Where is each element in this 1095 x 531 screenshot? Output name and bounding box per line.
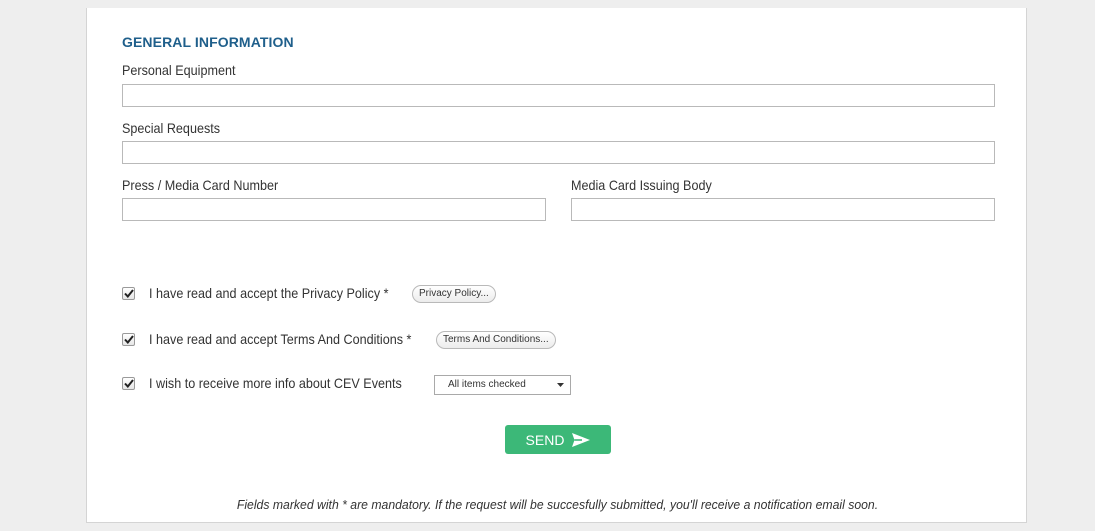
info-checkbox[interactable] (122, 376, 135, 390)
checkmark-icon (123, 378, 134, 388)
privacy-checkbox[interactable] (122, 286, 135, 300)
terms-and-conditions-button[interactable]: Terms And Conditions... (436, 331, 556, 349)
card-issuing-body-label: Media Card Issuing Body (571, 177, 712, 193)
terms-consent-label: I have read and accept Terms And Conditi… (149, 331, 412, 347)
send-arrow-icon (572, 432, 591, 447)
info-consent-row: I wish to receive more info about CEV Ev… (122, 375, 430, 391)
section-title: GENERAL INFORMATION (122, 34, 294, 50)
send-button-label: SEND (525, 431, 565, 448)
chevron-down-icon (557, 383, 564, 387)
privacy-consent-row: I have read and accept the Privacy Polic… (122, 285, 415, 301)
personal-equipment-input[interactable] (122, 84, 995, 107)
send-button[interactable]: SEND (505, 425, 611, 454)
info-consent-label: I wish to receive more info about CEV Ev… (149, 375, 402, 391)
privacy-consent-label: I have read and accept the Privacy Polic… (149, 285, 389, 301)
special-requests-input[interactable] (122, 141, 995, 164)
mandatory-fields-note: Fields marked with * are mandatory. If t… (236, 497, 879, 512)
card-issuing-body-input[interactable] (571, 198, 995, 221)
terms-checkbox[interactable] (122, 332, 135, 346)
terms-consent-row: I have read and accept Terms And Conditi… (122, 331, 441, 347)
privacy-policy-button[interactable]: Privacy Policy... (412, 285, 496, 303)
events-select-value: All items checked (448, 379, 526, 390)
checkmark-icon (123, 288, 134, 298)
press-card-number-label: Press / Media Card Number (122, 177, 279, 193)
checkmark-icon (123, 334, 134, 344)
personal-equipment-label: Personal Equipment (122, 62, 236, 78)
special-requests-label: Special Requests (122, 120, 221, 136)
events-select[interactable]: All items checked (434, 375, 571, 395)
form-panel: GENERAL INFORMATION Personal Equipment S… (86, 8, 1027, 523)
press-card-number-input[interactable] (122, 198, 546, 221)
